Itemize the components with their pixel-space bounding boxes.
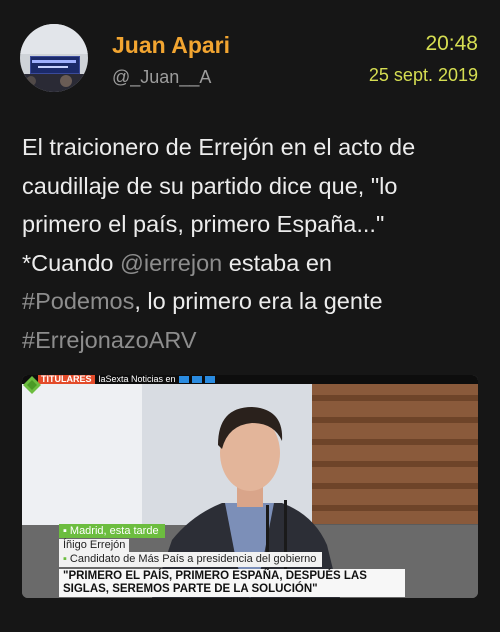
- tweet-text-segment: *Cuando: [22, 249, 120, 276]
- tweet-line: #Podemos, lo primero era la gente: [22, 282, 484, 321]
- ticker-tag: TITULARES: [38, 375, 95, 384]
- quote-line: "PRIMERO EL PAÍS, PRIMERO ESPAÑA, DESPUÉ…: [63, 570, 367, 582]
- user-name[interactable]: Juan Apari: [112, 32, 230, 59]
- tweet-text: El traicionero de Errejón en el acto de …: [22, 128, 484, 359]
- hashtag-link[interactable]: #ErrejonazoARV: [22, 327, 197, 353]
- tweet-line: El traicionero de Errejón en el acto de: [22, 134, 416, 160]
- social-icon: [178, 376, 189, 384]
- lower-third-quote: "PRIMERO EL PAÍS, PRIMERO ESPAÑA, DESPUÉ…: [59, 569, 405, 597]
- mention-link[interactable]: @ierrejon: [120, 250, 222, 276]
- avatar-sky: [20, 24, 88, 54]
- avatar-banner: [30, 56, 80, 74]
- channel-logo-icon: [23, 376, 41, 394]
- tweet-date: 25 sept. 2019: [368, 65, 478, 85]
- avatar-banner-text-2: [38, 66, 68, 68]
- ticker-channel: laSexta Noticias en: [98, 375, 176, 384]
- tweet-line: primero el país, primero España...": [22, 211, 385, 237]
- hashtag-link[interactable]: #Podemos: [22, 288, 134, 314]
- avatar-person: [60, 75, 72, 87]
- lower-third-location: ▪ Madrid, esta tarde: [59, 524, 165, 538]
- tweet-line: caudillaje de su partido dice que, "lo: [22, 172, 398, 199]
- avatar[interactable]: [20, 24, 88, 92]
- lower-third-name: Íñigo Errejón: [59, 539, 130, 552]
- tweet-line: *Cuando @ierrejon estaba en: [22, 244, 484, 283]
- tweet-text-segment: , lo primero era la gente: [134, 288, 383, 314]
- avatar-banner-text: [32, 60, 76, 63]
- square-bullet-icon: ▪: [63, 553, 67, 565]
- avatar-person: [26, 76, 36, 86]
- quote-line: SIGLAS, SEREMOS PARTE DE LA SOLUCIÓN": [63, 583, 318, 595]
- social-icon: [191, 376, 202, 384]
- lower-third-role: ▪ Candidato de Más País a presidencia del…: [59, 552, 323, 567]
- tv-ticker-bar: TITULARES laSexta Noticias en: [22, 375, 478, 384]
- user-handle[interactable]: @_Juan__A: [112, 67, 211, 88]
- tweet-text-segment: estaba en: [222, 249, 332, 276]
- tweet-time: 20:48: [425, 32, 478, 55]
- social-icon: [204, 376, 215, 384]
- square-bullet-icon: ▪: [63, 525, 67, 537]
- tweet-line: #ErrejonazoARV: [22, 321, 484, 360]
- location-text: Madrid, esta tarde: [69, 525, 159, 537]
- tweet-media-image[interactable]: TITULARES laSexta Noticias en ▪ Madrid, es…: [22, 375, 478, 598]
- role-text: Candidato de Más País a presidencia del …: [69, 553, 317, 565]
